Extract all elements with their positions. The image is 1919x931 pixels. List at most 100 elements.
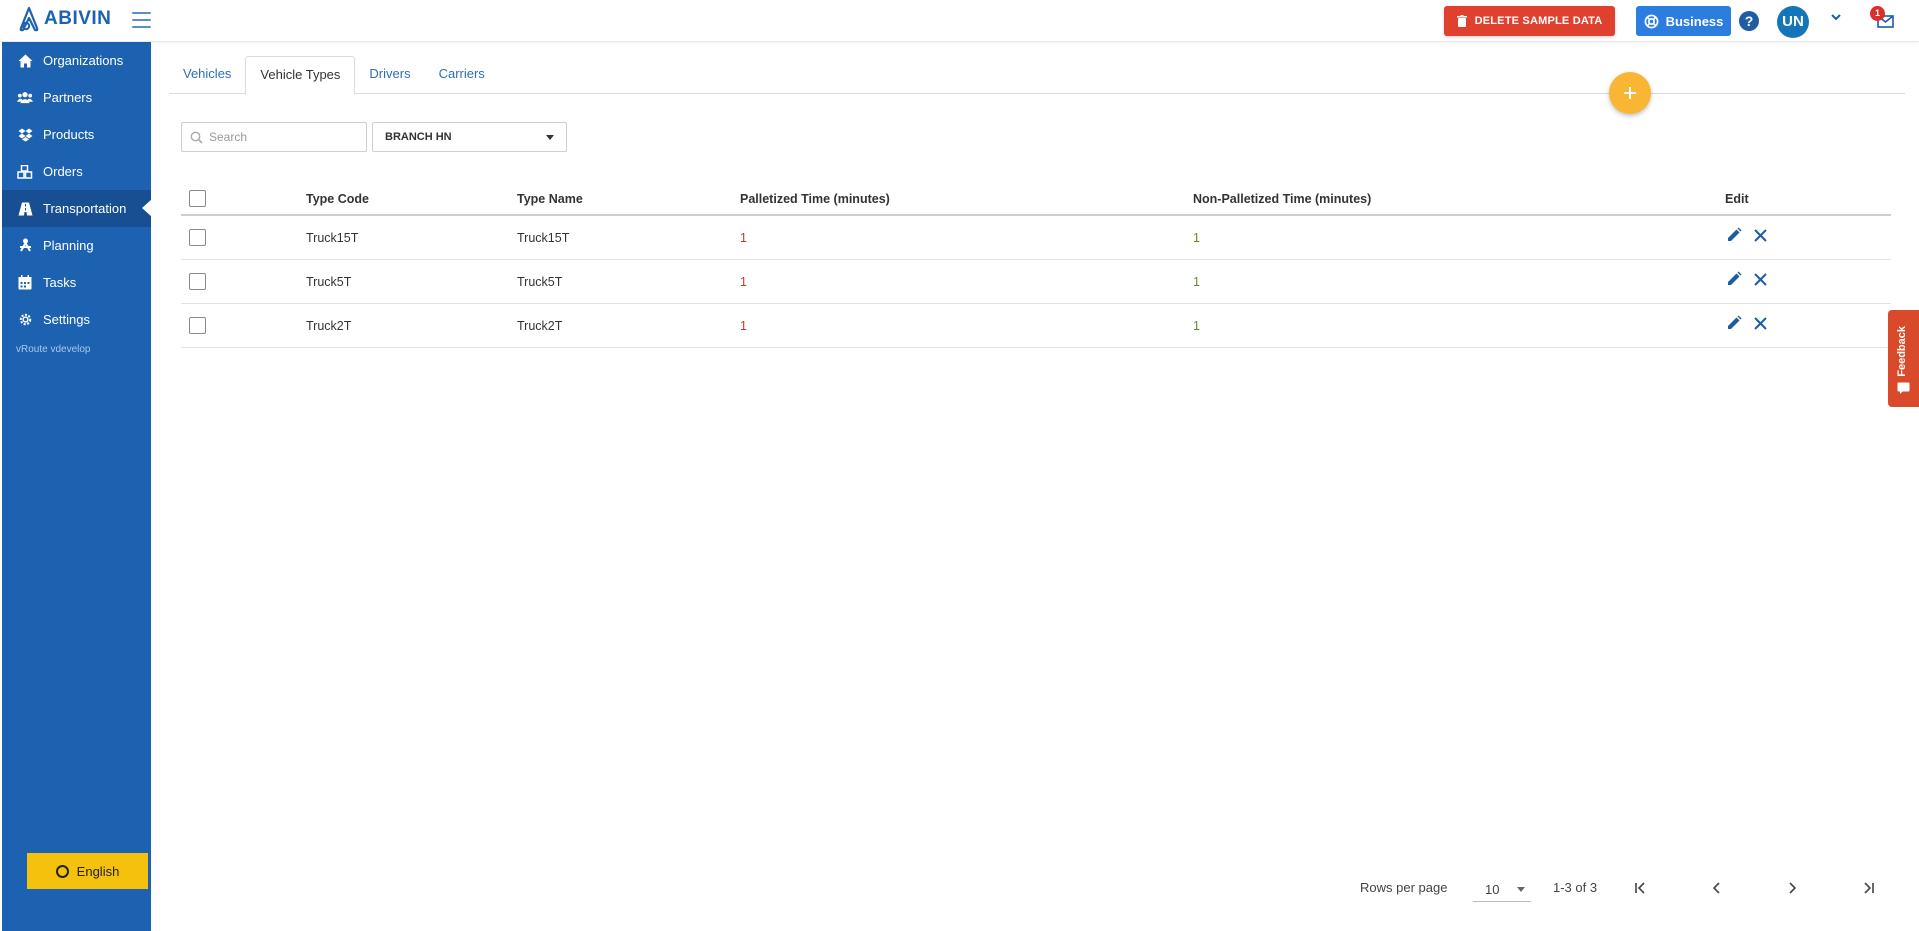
table-row: Truck2T Truck2T 1 1 (181, 304, 1891, 348)
tab-carriers[interactable]: Carriers (425, 56, 499, 94)
palletized-time-cell: 1 (740, 230, 747, 245)
sidebar-item-label: Settings (43, 312, 90, 327)
feedback-label: Feedback (1896, 326, 1908, 377)
header-non-palletized-time[interactable]: Non-Palletized Time (minutes) (1193, 192, 1371, 206)
branch-select-value: BRANCH HN (385, 131, 452, 143)
sidebar-item-planning[interactable]: Planning (2, 227, 151, 264)
first-page-icon[interactable] (1629, 876, 1653, 900)
menu-toggle-icon[interactable] (132, 12, 151, 28)
pencil-icon[interactable] (1725, 314, 1743, 332)
avatar[interactable]: UN (1777, 6, 1809, 38)
close-icon[interactable] (1751, 314, 1769, 332)
pencil-icon[interactable] (1725, 226, 1743, 244)
row-checkbox[interactable] (189, 273, 206, 290)
sidebar-item-label: Tasks (43, 275, 77, 290)
sidebar: Organizations Partners Products Orders T… (2, 42, 152, 931)
row-actions (1725, 226, 1769, 244)
last-page-icon[interactable] (1856, 876, 1880, 900)
planning-icon (17, 238, 33, 254)
business-label: Business (1665, 13, 1724, 29)
rows-per-page-value: 10 (1485, 882, 1500, 897)
header-type-name[interactable]: Type Name (517, 192, 583, 206)
type-code-cell: Truck15T (306, 230, 359, 245)
branch-select[interactable]: BRANCH HN (372, 122, 567, 152)
trash-icon (1456, 15, 1467, 27)
sidebar-item-label: Partners (43, 90, 93, 105)
search-icon (190, 131, 203, 144)
sidebar-item-products[interactable]: Products (2, 116, 151, 153)
road-icon (17, 201, 33, 217)
language-button[interactable]: English (27, 853, 148, 889)
business-button[interactable]: Business (1636, 6, 1731, 36)
gear-icon (17, 312, 33, 328)
tab-drivers[interactable]: Drivers (355, 56, 424, 94)
users-icon (17, 90, 33, 106)
sidebar-item-label: Planning (43, 238, 94, 253)
non-palletized-time-cell: 1 (1193, 230, 1200, 245)
row-checkbox[interactable] (189, 317, 206, 334)
delete-sample-data-button[interactable]: DELETE SAMPLE DATA (1444, 6, 1615, 36)
select-all-checkbox[interactable] (189, 190, 206, 207)
language-label: English (76, 863, 120, 879)
sidebar-item-organizations[interactable]: Organizations (2, 42, 151, 79)
row-checkbox[interactable] (189, 229, 206, 246)
header-type-code[interactable]: Type Code (306, 192, 369, 206)
close-icon[interactable] (1751, 270, 1769, 288)
type-code-cell: Truck2T (306, 318, 352, 333)
type-name-cell: Truck15T (517, 230, 570, 245)
type-name-cell: Truck5T (517, 274, 563, 289)
sidebar-item-transportation[interactable]: Transportation (2, 190, 152, 227)
rows-per-page-label: Rows per page (1360, 880, 1448, 895)
sidebar-item-label: Organizations (43, 53, 124, 68)
palletized-time-cell: 1 (740, 318, 747, 333)
support-icon (1644, 14, 1659, 28)
sidebar-item-label: Orders (43, 164, 83, 179)
pencil-icon[interactable] (1725, 270, 1743, 288)
palletized-time-cell: 1 (740, 274, 747, 289)
type-code-cell: Truck5T (306, 274, 352, 289)
notification-badge: 1 (1870, 6, 1885, 21)
close-icon[interactable] (1751, 226, 1769, 244)
type-name-cell: Truck2T (517, 318, 563, 333)
tab-vehicles[interactable]: Vehicles (169, 56, 245, 94)
sidebar-item-settings[interactable]: Settings (2, 301, 151, 338)
search-input[interactable] (209, 130, 359, 144)
help-icon[interactable]: ? (1739, 11, 1759, 31)
top-bar: ABIVIN DELETE SAMPLE DATA Business ? UN … (0, 0, 1919, 42)
cubes-icon (17, 164, 33, 180)
sidebar-item-partners[interactable]: Partners (2, 79, 151, 116)
sidebar-item-label: Transportation (43, 201, 127, 216)
sidebar-item-label: Products (43, 127, 95, 142)
calendar-icon (17, 275, 33, 291)
dropbox-icon (17, 127, 33, 143)
logo-icon (19, 6, 39, 32)
version-label: vRoute vdevelop (16, 344, 91, 355)
rows-per-page-select[interactable]: 10 (1473, 878, 1531, 902)
prev-page-icon[interactable] (1705, 876, 1729, 900)
tab-vehicle-types[interactable]: Vehicle Types (245, 56, 356, 95)
plus-icon (1624, 87, 1636, 99)
feedback-icon (1897, 382, 1910, 394)
table-row: Truck15T Truck15T 1 1 (181, 216, 1891, 260)
row-actions (1725, 314, 1769, 332)
row-actions (1725, 270, 1769, 288)
next-page-icon[interactable] (1780, 876, 1804, 900)
sidebar-item-orders[interactable]: Orders (2, 153, 151, 190)
vehicle-types-table: Type Code Type Name Palletized Time (min… (181, 184, 1891, 348)
caret-down-icon (1517, 887, 1525, 892)
delete-sample-data-label: DELETE SAMPLE DATA (1474, 15, 1603, 27)
caret-down-icon (546, 134, 554, 140)
non-palletized-time-cell: 1 (1193, 274, 1200, 289)
feedback-tab[interactable]: Feedback (1888, 310, 1919, 407)
abivin-logo[interactable]: ABIVIN (18, 6, 111, 32)
header-palletized-time[interactable]: Palletized Time (minutes) (740, 192, 890, 206)
chevron-down-icon[interactable] (1831, 12, 1841, 24)
sidebar-item-tasks[interactable]: Tasks (2, 264, 151, 301)
home-icon (17, 53, 33, 69)
add-vehicle-type-button[interactable] (1609, 72, 1651, 114)
search-field (181, 122, 367, 152)
brand-name: ABIVIN (44, 8, 112, 29)
table-row: Truck5T Truck5T 1 1 (181, 260, 1891, 304)
globe-icon (55, 864, 69, 878)
non-palletized-time-cell: 1 (1193, 318, 1200, 333)
